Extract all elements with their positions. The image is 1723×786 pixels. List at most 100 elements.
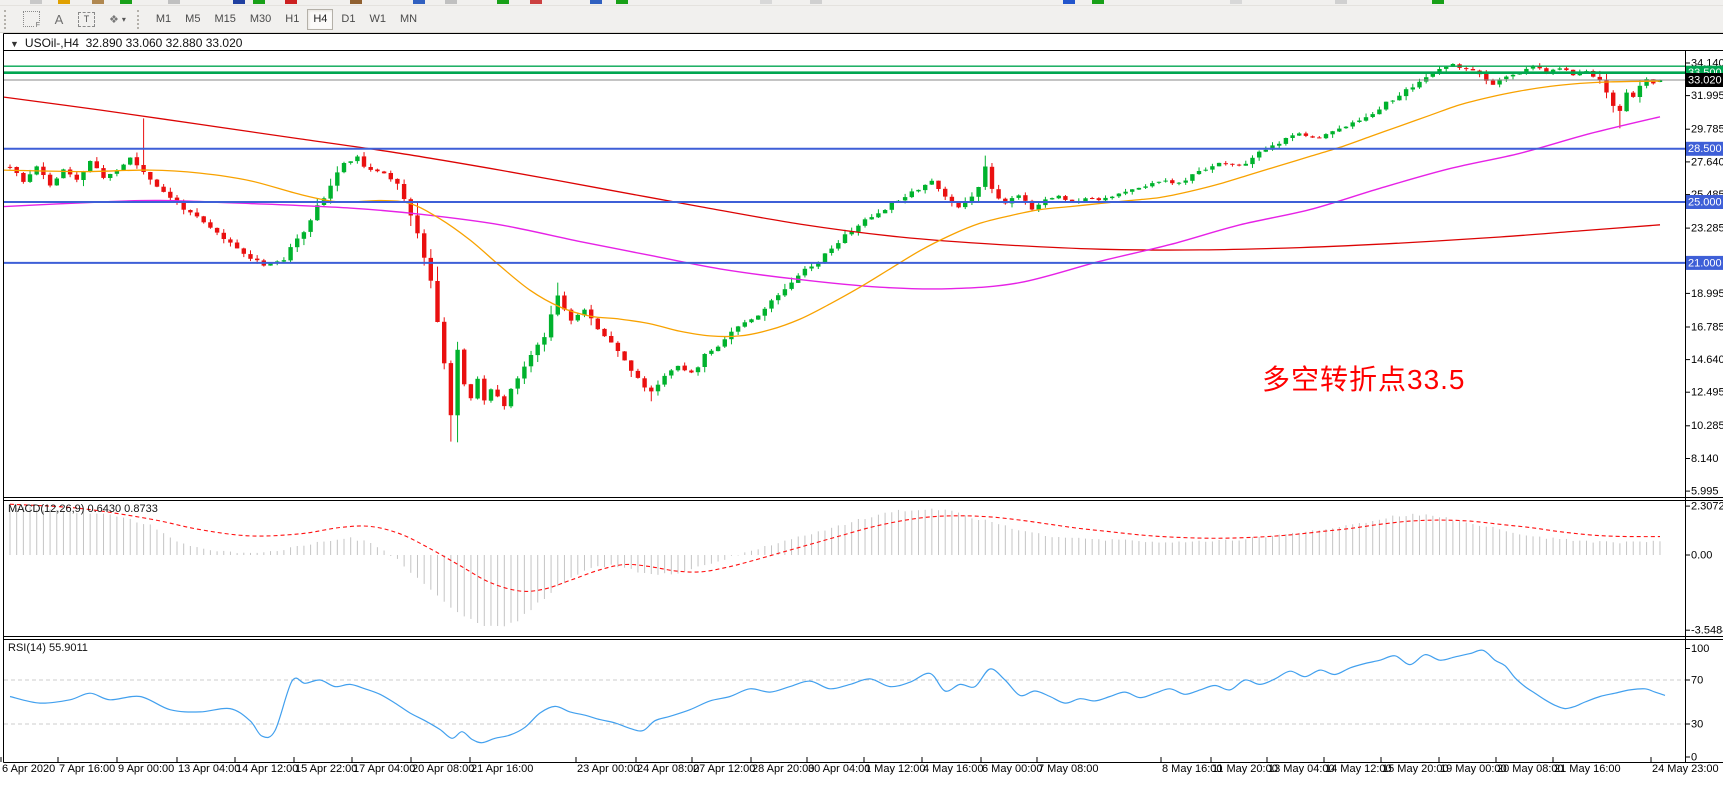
time-tick-label: 7 May 08:00 <box>1038 763 1099 775</box>
candle-body <box>1371 114 1375 117</box>
timeframe-button-h4[interactable]: H4 <box>307 9 333 30</box>
timeframe-button-m5[interactable]: M5 <box>179 9 206 30</box>
price-badge-label: 28.500 <box>1688 143 1722 155</box>
candle-body <box>1197 171 1201 174</box>
candle-body <box>228 239 232 242</box>
text-box-icon: T <box>78 12 95 27</box>
candle-body <box>215 228 219 233</box>
candle-body <box>208 222 212 227</box>
toolbar-grip-2[interactable] <box>137 10 145 29</box>
candle-body <box>482 379 486 401</box>
timeframe-button-m30[interactable]: M30 <box>244 9 277 30</box>
candle-body <box>1250 158 1254 164</box>
candle-body <box>549 314 553 337</box>
toolbar-icon-fragment <box>1230 0 1242 4</box>
candle-body <box>709 351 713 354</box>
candle-body <box>689 371 693 373</box>
macd-tick-label: -3.5484 <box>1691 625 1723 637</box>
price-tick-label: 8.140 <box>1691 453 1719 465</box>
candle-body <box>1057 196 1061 199</box>
candle-body <box>61 169 65 178</box>
timeframe-button-h1[interactable]: H1 <box>279 9 305 30</box>
candle-body <box>1023 195 1027 201</box>
candle-body <box>328 186 332 199</box>
candle-body <box>1504 77 1508 80</box>
timeframe-button-w1[interactable]: W1 <box>363 9 392 30</box>
rsi-panel[interactable] <box>4 650 1685 743</box>
candle-body <box>956 203 960 208</box>
candle-body <box>696 367 700 372</box>
candle-body <box>455 350 459 416</box>
candle-body <box>375 170 379 172</box>
candle-body <box>676 366 680 370</box>
toolbar-icon-fragment <box>285 0 297 4</box>
time-tick-label: 28 Apr 20:00 <box>752 763 814 775</box>
price-tick-label: 14.640 <box>1691 354 1723 366</box>
candle-body <box>516 378 520 388</box>
symbol-period-label: USOil-,H4 <box>25 36 79 50</box>
candle-body <box>809 267 813 269</box>
candle-body <box>776 295 780 300</box>
candle-body <box>930 181 934 185</box>
candle-body <box>1190 174 1194 181</box>
candle-body <box>141 165 145 172</box>
candle-body <box>121 165 125 171</box>
candle-body <box>1471 69 1475 70</box>
candle-body <box>1297 133 1301 135</box>
time-tick-label: 7 Apr 16:00 <box>59 763 115 775</box>
time-tick-label: 24 Apr 08:00 <box>637 763 699 775</box>
timeframe-button-m1[interactable]: M1 <box>150 9 177 30</box>
timeframe-button-m15[interactable]: M15 <box>208 9 241 30</box>
candle-body <box>763 309 767 316</box>
price-tick-label: 16.785 <box>1691 321 1723 333</box>
candle-body <box>1397 96 1401 101</box>
candle-body <box>876 213 880 217</box>
candle-body <box>1351 122 1355 126</box>
candle-body <box>983 167 987 187</box>
candle-body <box>1404 89 1408 96</box>
candle-body <box>870 217 874 219</box>
candle-body <box>1230 164 1234 165</box>
tool-text-label-button[interactable]: A <box>48 9 70 30</box>
candle-body <box>282 260 286 261</box>
toolbar-icon-fragment <box>445 0 457 4</box>
candle-body <box>462 350 466 385</box>
candle-body <box>188 210 192 212</box>
candle-body <box>242 248 246 253</box>
candle-body <box>823 253 827 262</box>
rsi-line <box>10 650 1665 743</box>
candle-body <box>723 339 727 346</box>
candle-body <box>1631 93 1635 97</box>
timeframe-button-mn[interactable]: MN <box>394 9 423 30</box>
tool-text-box-button[interactable]: T <box>72 9 101 30</box>
time-tick-label: 6 May 00:00 <box>982 763 1043 775</box>
candle-body <box>382 172 386 174</box>
toolbar-grip[interactable] <box>4 10 12 29</box>
timeframe-button-d1[interactable]: D1 <box>335 9 361 30</box>
candle-body <box>769 300 773 308</box>
candle-body <box>1424 77 1428 81</box>
panel-borders <box>4 34 1723 763</box>
macd-panel[interactable] <box>10 504 1660 626</box>
candle-body <box>1083 198 1087 201</box>
candle-body <box>1017 195 1021 198</box>
candle-body <box>255 259 259 261</box>
price-tick-label: 23.285 <box>1691 223 1723 235</box>
candle-body <box>1417 82 1421 88</box>
candle-body <box>1357 121 1361 123</box>
toolbar-icon-fragment <box>530 0 542 4</box>
candle-body <box>1157 182 1161 183</box>
candle-body <box>28 174 32 182</box>
tool-crosshair-grid-button[interactable]: F <box>17 9 46 30</box>
price-axis: 34.14031.99529.78527.64025.48523.28518.9… <box>1686 57 1723 763</box>
ma-slow-red <box>4 97 1660 250</box>
candle-body <box>609 336 613 343</box>
tool-shapes-button[interactable]: ❖ ▾ <box>103 9 132 30</box>
candle-body <box>622 351 626 360</box>
candle-body <box>148 172 152 180</box>
one-click-trading-arrow[interactable]: ▼ <box>10 39 19 49</box>
candle-body <box>716 347 720 351</box>
macd-indicator-label: MACD(12,26,9) 0.6430 0.8733 <box>8 503 158 515</box>
rsi-tick-label: 30 <box>1691 718 1703 730</box>
candle-body <box>1290 135 1294 138</box>
